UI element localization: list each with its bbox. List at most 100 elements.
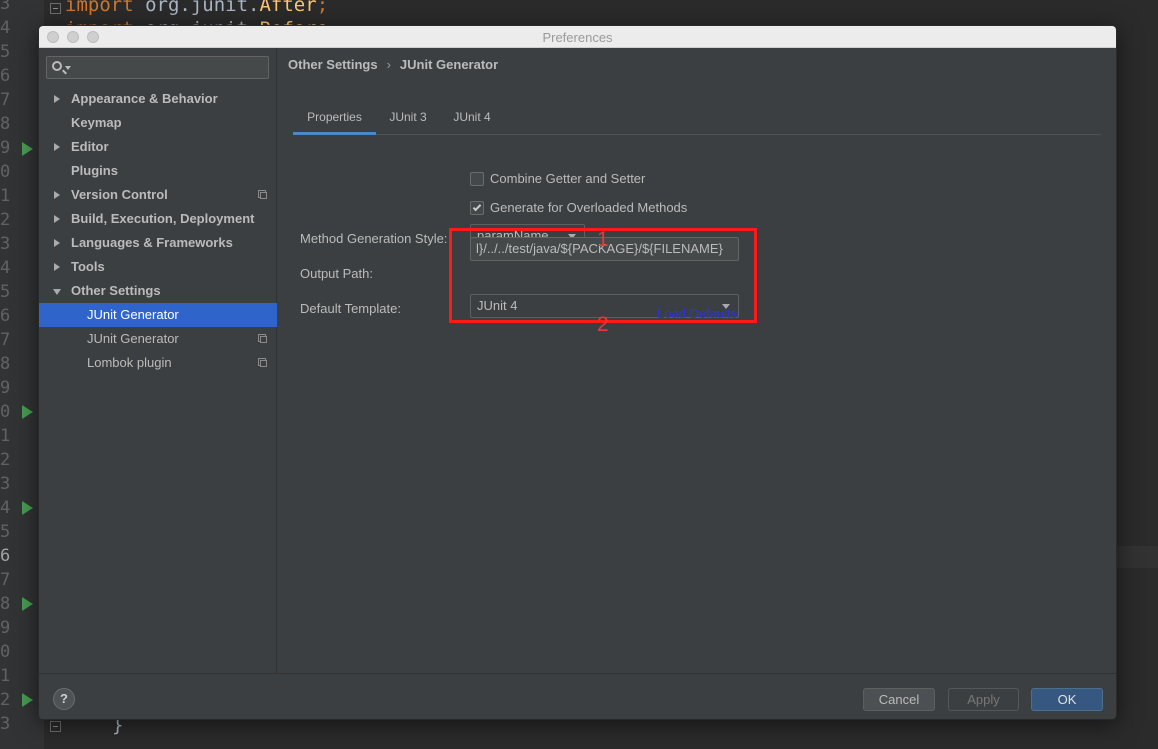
caret-row-highlight (1117, 546, 1158, 568)
line-number: 6 (0, 306, 11, 326)
expand-arrow-icon[interactable] (54, 215, 60, 223)
line-number: 5 (0, 42, 11, 62)
line-number: 9 (0, 618, 11, 638)
default-template-label: Default Template: (300, 301, 401, 316)
checkmark-icon (472, 202, 482, 212)
breadcrumb: Other Settings › JUnit Generator (288, 57, 498, 72)
line-number: 0 (0, 402, 11, 422)
sidebar-item-version-control[interactable]: Version Control (39, 183, 277, 207)
expand-arrow-icon[interactable] (54, 263, 60, 271)
sidebar-item-keymap[interactable]: Keymap (39, 111, 277, 135)
line-number: 4 (0, 258, 11, 278)
sidebar-item-label: JUnit Generator (87, 307, 179, 322)
sidebar-item-label: Version Control (71, 187, 168, 202)
annotation-marker-1: 1 (597, 228, 609, 251)
search-options-caret-icon[interactable] (65, 66, 71, 70)
sidebar-item-junit-generator-selected[interactable]: JUnit Generator (39, 303, 277, 327)
breadcrumb-separator: › (386, 57, 391, 72)
line-number: 6 (0, 66, 11, 86)
line-number: 7 (0, 90, 11, 110)
line-number: 7 (0, 570, 11, 590)
fold-icon[interactable] (50, 721, 61, 732)
apply-button[interactable]: Apply (948, 688, 1019, 711)
sidebar-item-languages-frameworks[interactable]: Languages & Frameworks (39, 231, 277, 255)
sidebar-item-build-execution-deployment[interactable]: Build, Execution, Deployment (39, 207, 277, 231)
line-number: 2 (0, 690, 11, 710)
line-number: 1 (0, 426, 11, 446)
line-number: 9 (0, 378, 11, 398)
project-settings-icon (258, 334, 267, 343)
expand-arrow-icon[interactable] (54, 143, 60, 151)
combine-getter-setter-checkbox[interactable] (470, 172, 484, 186)
expand-arrow-icon[interactable] (54, 191, 60, 199)
sidebar-item-tools[interactable]: Tools (39, 255, 277, 279)
line-number: 5 (0, 522, 11, 542)
expand-arrow-icon[interactable] (54, 95, 60, 103)
output-path-label: Output Path: (300, 266, 373, 281)
tab-junit3[interactable]: JUnit 3 (376, 105, 440, 135)
sidebar-item-label: Plugins (71, 163, 118, 178)
cancel-button[interactable]: Cancel (863, 688, 935, 711)
line-number: 7 (0, 330, 11, 350)
line-number: 2 (0, 210, 11, 230)
help-button[interactable]: ? (53, 688, 75, 710)
breadcrumb-parent[interactable]: Other Settings (288, 57, 378, 72)
line-number: 0 (0, 162, 11, 182)
generate-overloaded-checkbox[interactable] (470, 201, 484, 215)
package-name: org.junit. (133, 0, 260, 16)
collapse-arrow-icon[interactable] (53, 289, 61, 295)
sidebar-item-editor[interactable]: Editor (39, 135, 277, 159)
line-number: 8 (0, 114, 11, 134)
keyword: import (65, 0, 134, 16)
settings-sidebar: Appearance & Behavior Keymap Editor Plug… (39, 48, 277, 673)
fold-icon[interactable] (50, 3, 61, 14)
line-number: 9 (0, 138, 11, 158)
sidebar-item-label: Build, Execution, Deployment (71, 211, 255, 226)
code-line-import-after: import org.junit.After; (65, 0, 328, 16)
sidebar-item-appearance-behavior[interactable]: Appearance & Behavior (39, 87, 277, 111)
line-number: 4 (0, 18, 11, 38)
run-gutter-icon[interactable] (22, 501, 33, 515)
sidebar-item-other-settings[interactable]: Other Settings (39, 279, 277, 303)
line-number-active: 6 (0, 546, 11, 566)
sidebar-item-label: Tools (71, 259, 105, 274)
line-number: 1 (0, 666, 11, 686)
run-gutter-icon[interactable] (22, 693, 33, 707)
project-settings-icon (258, 190, 267, 199)
sidebar-item-plugins[interactable]: Plugins (39, 159, 277, 183)
line-number: 0 (0, 642, 11, 662)
search-icon (52, 61, 62, 71)
settings-search[interactable] (46, 56, 269, 79)
line-number: 4 (0, 498, 11, 518)
tab-junit4[interactable]: JUnit 4 (440, 105, 504, 135)
tab-properties[interactable]: Properties (293, 105, 376, 135)
sidebar-item-label: Other Settings (71, 283, 161, 298)
checkbox-label: Combine Getter and Setter (490, 171, 646, 186)
line-number: 3 (0, 474, 11, 494)
expand-arrow-icon[interactable] (54, 239, 60, 247)
run-gutter-icon[interactable] (22, 597, 33, 611)
sidebar-item-lombok-plugin[interactable]: Lombok plugin (39, 351, 277, 375)
annotation-marker-2: 2 (597, 313, 609, 336)
run-gutter-icon[interactable] (22, 142, 33, 156)
line-number: 3 (0, 234, 11, 254)
project-settings-icon (258, 358, 267, 367)
sidebar-item-label: Editor (71, 139, 109, 154)
run-gutter-icon[interactable] (22, 405, 33, 419)
sidebar-item-label: JUnit Generator (87, 331, 179, 346)
sidebar-item-label: Languages & Frameworks (71, 235, 233, 250)
ok-button[interactable]: OK (1031, 688, 1103, 711)
sidebar-item-label: Keymap (71, 115, 122, 130)
title-bar: Preferences (39, 26, 1116, 48)
search-input[interactable] (73, 57, 263, 78)
sidebar-item-label: Appearance & Behavior (71, 91, 218, 106)
line-number: 5 (0, 282, 11, 302)
sidebar-item-junit-generator-project[interactable]: JUnit Generator (39, 327, 277, 351)
semicolon: ; (316, 0, 329, 16)
tab-bar: Properties JUnit 3 JUnit 4 (293, 105, 1101, 135)
sidebar-item-label: Lombok plugin (87, 355, 172, 370)
line-number: 8 (0, 594, 11, 614)
checkbox-label: Generate for Overloaded Methods (490, 200, 688, 215)
breadcrumb-current: JUnit Generator (399, 57, 499, 72)
preferences-dialog: Preferences Appearance & Behavior Keymap… (38, 25, 1117, 720)
